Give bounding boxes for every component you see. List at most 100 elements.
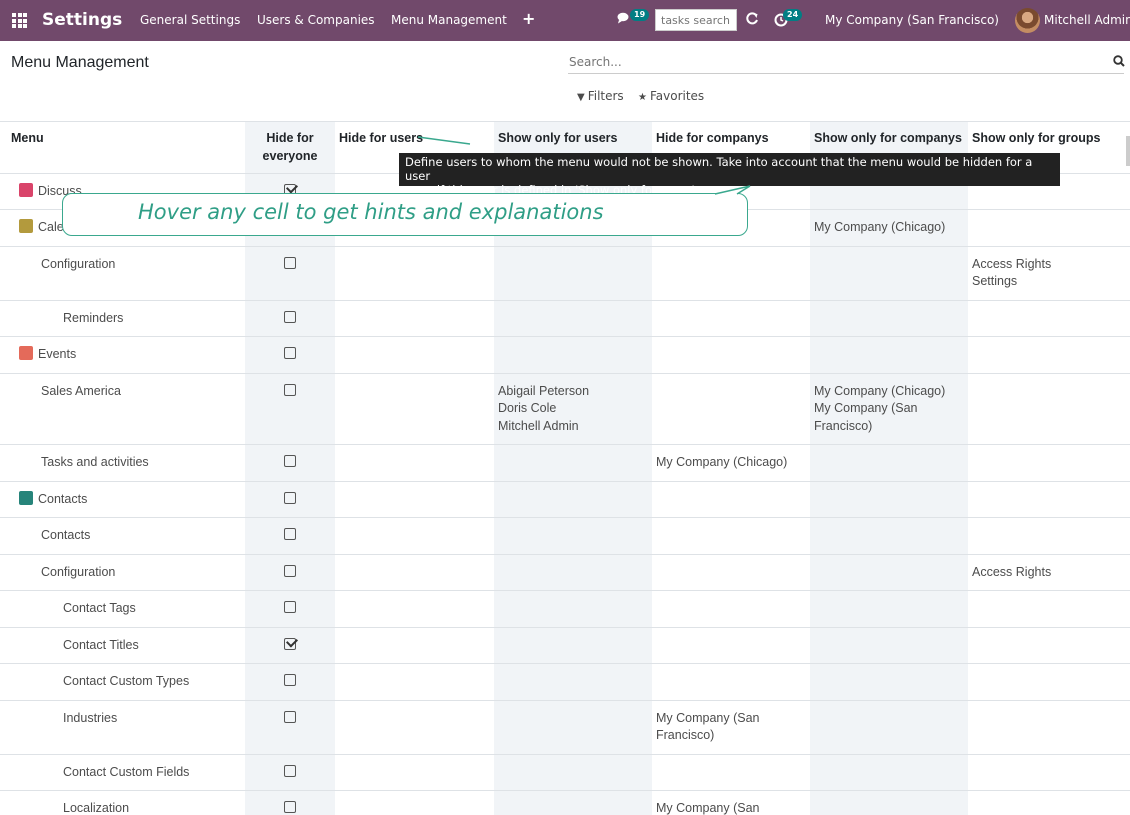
app-brand[interactable]: Settings	[42, 10, 122, 30]
show-groups-cell[interactable]	[968, 209, 1130, 247]
menu-general-settings[interactable]: General Settings	[140, 13, 240, 27]
menu-name-cell[interactable]: Contact Tags	[0, 590, 245, 628]
chat-bubbles-icon[interactable]	[617, 12, 631, 24]
company-switcher[interactable]: My Company (San Francisco)	[825, 13, 999, 27]
show-users-cell[interactable]	[494, 517, 652, 555]
hide-companies-cell[interactable]: My Company (SanFrancisco)	[652, 790, 810, 815]
hide-users-cell[interactable]	[335, 663, 494, 701]
show-companies-cell[interactable]	[810, 444, 968, 482]
user-avatar[interactable]	[1015, 8, 1040, 33]
show-groups-cell[interactable]	[968, 336, 1130, 374]
menu-name-cell[interactable]: Contact Custom Fields	[0, 754, 245, 791]
table-row[interactable]: Contact Custom Fields	[0, 754, 1130, 791]
table-row[interactable]: Contact Titles	[0, 627, 1130, 664]
hide-everyone-checkbox[interactable]	[284, 455, 296, 467]
show-users-cell[interactable]	[494, 627, 652, 664]
hide-everyone-checkbox[interactable]	[284, 637, 296, 650]
show-groups-cell[interactable]	[968, 517, 1130, 555]
show-groups-cell[interactable]	[968, 627, 1130, 664]
hide-companies-cell[interactable]	[652, 627, 810, 664]
show-groups-cell[interactable]	[968, 590, 1130, 628]
show-companies-cell[interactable]	[810, 246, 968, 301]
favorites-button[interactable]: ★ Favorites	[638, 89, 704, 103]
show-groups-cell[interactable]	[968, 663, 1130, 701]
hide-everyone-checkbox[interactable]	[284, 310, 296, 323]
hide-everyone-checkbox[interactable]	[284, 491, 296, 504]
menu-name-cell[interactable]: Events	[0, 336, 245, 374]
table-row[interactable]: Reminders	[0, 300, 1130, 337]
show-users-cell[interactable]	[494, 246, 652, 301]
tasks-search-input[interactable]	[655, 9, 737, 31]
show-companies-cell[interactable]	[810, 754, 968, 791]
menu-name-cell[interactable]: Configuration	[0, 246, 245, 301]
apps-grid-icon[interactable]	[12, 13, 27, 28]
hide-users-cell[interactable]	[335, 627, 494, 664]
hide-users-cell[interactable]	[335, 300, 494, 337]
hide-everyone-checkbox[interactable]	[284, 528, 296, 540]
hide-everyone-checkbox[interactable]	[284, 764, 296, 777]
search-input[interactable]	[568, 50, 1124, 74]
show-groups-cell[interactable]: Access Rights	[968, 554, 1130, 591]
hide-users-cell[interactable]	[335, 336, 494, 374]
show-users-cell[interactable]	[494, 700, 652, 755]
show-companies-cell[interactable]	[810, 300, 968, 337]
refresh-icon[interactable]	[745, 11, 759, 27]
hide-companies-cell[interactable]	[652, 554, 810, 591]
show-companies-cell[interactable]	[810, 663, 968, 701]
show-companies-cell[interactable]	[810, 627, 968, 664]
table-row[interactable]: Contacts	[0, 481, 1130, 518]
show-users-cell[interactable]: Abigail Peterson Doris Cole Mitchell Admin	[494, 373, 652, 445]
menu-menu-management[interactable]: Menu Management	[391, 13, 507, 27]
show-companies-cell[interactable]	[810, 590, 968, 628]
show-users-cell[interactable]	[494, 444, 652, 482]
show-companies-cell[interactable]	[810, 517, 968, 555]
table-row[interactable]: Tasks and activities My Company (Chicago)	[0, 444, 1130, 482]
menu-name-cell[interactable]: Localization	[0, 790, 245, 815]
show-groups-cell[interactable]	[968, 790, 1130, 815]
hide-users-cell[interactable]	[335, 754, 494, 791]
hide-everyone-checkbox[interactable]	[284, 801, 296, 813]
scrollbar[interactable]	[1126, 136, 1130, 166]
show-companies-cell[interactable]: My Company (Chicago)	[810, 209, 968, 247]
show-users-cell[interactable]	[494, 754, 652, 791]
show-groups-cell[interactable]	[968, 373, 1130, 445]
show-users-cell[interactable]	[494, 336, 652, 374]
show-users-cell[interactable]	[494, 790, 652, 815]
table-row[interactable]: Configuration Access Rights Settings	[0, 246, 1130, 301]
menu-name-cell[interactable]: Configuration	[0, 554, 245, 591]
user-menu[interactable]: Mitchell Admin	[1044, 13, 1130, 27]
table-row[interactable]: Contact Tags	[0, 590, 1130, 628]
hide-users-cell[interactable]	[335, 554, 494, 591]
show-groups-cell[interactable]	[968, 300, 1130, 337]
search-icon[interactable]	[1113, 55, 1125, 67]
hide-companies-cell[interactable]	[652, 246, 810, 301]
hide-users-cell[interactable]	[335, 246, 494, 301]
hide-users-cell[interactable]	[335, 700, 494, 755]
show-users-cell[interactable]	[494, 590, 652, 628]
show-groups-cell[interactable]	[968, 700, 1130, 755]
table-row[interactable]: Contacts	[0, 517, 1130, 555]
hide-companies-cell[interactable]: My Company (SanFrancisco)	[652, 700, 810, 755]
hide-companies-cell[interactable]	[652, 754, 810, 791]
show-groups-cell[interactable]	[968, 481, 1130, 518]
hide-companies-cell[interactable]	[652, 663, 810, 701]
show-groups-cell[interactable]	[968, 754, 1130, 791]
hide-users-cell[interactable]	[335, 373, 494, 445]
column-header-menu[interactable]: Menu	[0, 122, 245, 174]
menu-name-cell[interactable]: Contact Custom Types	[0, 663, 245, 701]
table-row[interactable]: Contact Custom Types	[0, 663, 1130, 701]
hide-users-cell[interactable]	[335, 481, 494, 518]
hide-users-cell[interactable]	[335, 444, 494, 482]
table-row[interactable]: Industries My Company (San Francisco)	[0, 700, 1130, 755]
hide-everyone-checkbox[interactable]	[284, 674, 296, 686]
show-companies-cell[interactable]	[810, 336, 968, 374]
hide-everyone-checkbox[interactable]	[284, 256, 296, 269]
hide-everyone-checkbox[interactable]	[284, 347, 296, 359]
table-row[interactable]: Localization My Company (SanFrancisco)	[0, 790, 1130, 815]
show-companies-cell[interactable]	[810, 481, 968, 518]
show-companies-cell[interactable]	[810, 700, 968, 755]
show-users-cell[interactable]	[494, 481, 652, 518]
table-row[interactable]: Configuration Access Rights	[0, 554, 1130, 591]
hide-companies-cell[interactable]	[652, 373, 810, 445]
hide-companies-cell[interactable]	[652, 481, 810, 518]
